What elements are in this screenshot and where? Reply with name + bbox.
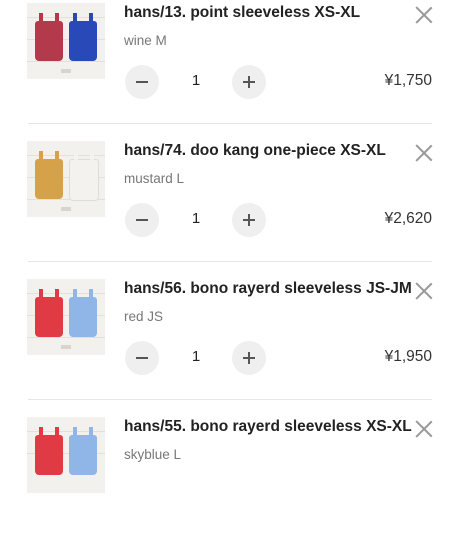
quantity-value: 1 bbox=[191, 72, 201, 89]
product-price: ¥1,750 bbox=[384, 72, 432, 89]
garment-image-1 bbox=[35, 289, 63, 337]
garment-image-2 bbox=[69, 427, 97, 475]
product-price: ¥2,620 bbox=[384, 210, 432, 227]
quantity-value: 1 bbox=[191, 210, 201, 227]
product-thumbnail[interactable] bbox=[27, 3, 105, 79]
product-title[interactable]: hans/13. point sleeveless XS-XL bbox=[124, 4, 360, 22]
close-icon[interactable] bbox=[414, 5, 434, 25]
cart-item: hans/55. bono rayerd sleeveless XS-XL sk… bbox=[0, 414, 460, 552]
garment-image-1 bbox=[35, 13, 63, 61]
product-thumbnail[interactable] bbox=[27, 141, 105, 217]
close-icon[interactable] bbox=[414, 281, 434, 301]
product-title[interactable]: hans/55. bono rayerd sleeveless XS-XL bbox=[124, 418, 412, 436]
cart-item: hans/13. point sleeveless XS-XL wine M 1… bbox=[0, 0, 460, 138]
garment-image-1 bbox=[35, 427, 63, 475]
divider bbox=[28, 123, 432, 124]
increase-quantity-button[interactable] bbox=[232, 65, 266, 99]
product-title[interactable]: hans/74. doo kang one-piece XS-XL bbox=[124, 142, 386, 160]
product-variant: red JS bbox=[124, 309, 164, 324]
divider bbox=[28, 261, 432, 262]
product-title[interactable]: hans/56. bono rayerd sleeveless JS-JM bbox=[124, 280, 412, 298]
decrease-quantity-button[interactable] bbox=[125, 341, 159, 375]
product-variant: mustard L bbox=[124, 171, 185, 186]
divider bbox=[28, 399, 432, 400]
product-thumbnail[interactable] bbox=[27, 417, 105, 493]
close-icon[interactable] bbox=[414, 419, 434, 439]
cart-item: hans/74. doo kang one-piece XS-XL mustar… bbox=[0, 138, 460, 276]
product-variant: wine M bbox=[124, 33, 167, 48]
garment-image-2 bbox=[69, 152, 99, 201]
close-icon[interactable] bbox=[414, 143, 434, 163]
garment-image-2 bbox=[69, 289, 97, 337]
increase-quantity-button[interactable] bbox=[232, 203, 266, 237]
garment-image-2 bbox=[69, 13, 97, 61]
decrease-quantity-button[interactable] bbox=[125, 203, 159, 237]
quantity-value: 1 bbox=[191, 348, 201, 365]
increase-quantity-button[interactable] bbox=[232, 341, 266, 375]
product-price: ¥1,950 bbox=[384, 348, 432, 365]
decrease-quantity-button[interactable] bbox=[125, 65, 159, 99]
product-thumbnail[interactable] bbox=[27, 279, 105, 355]
cart-item: hans/56. bono rayerd sleeveless JS-JM re… bbox=[0, 276, 460, 414]
garment-image-1 bbox=[35, 151, 63, 199]
